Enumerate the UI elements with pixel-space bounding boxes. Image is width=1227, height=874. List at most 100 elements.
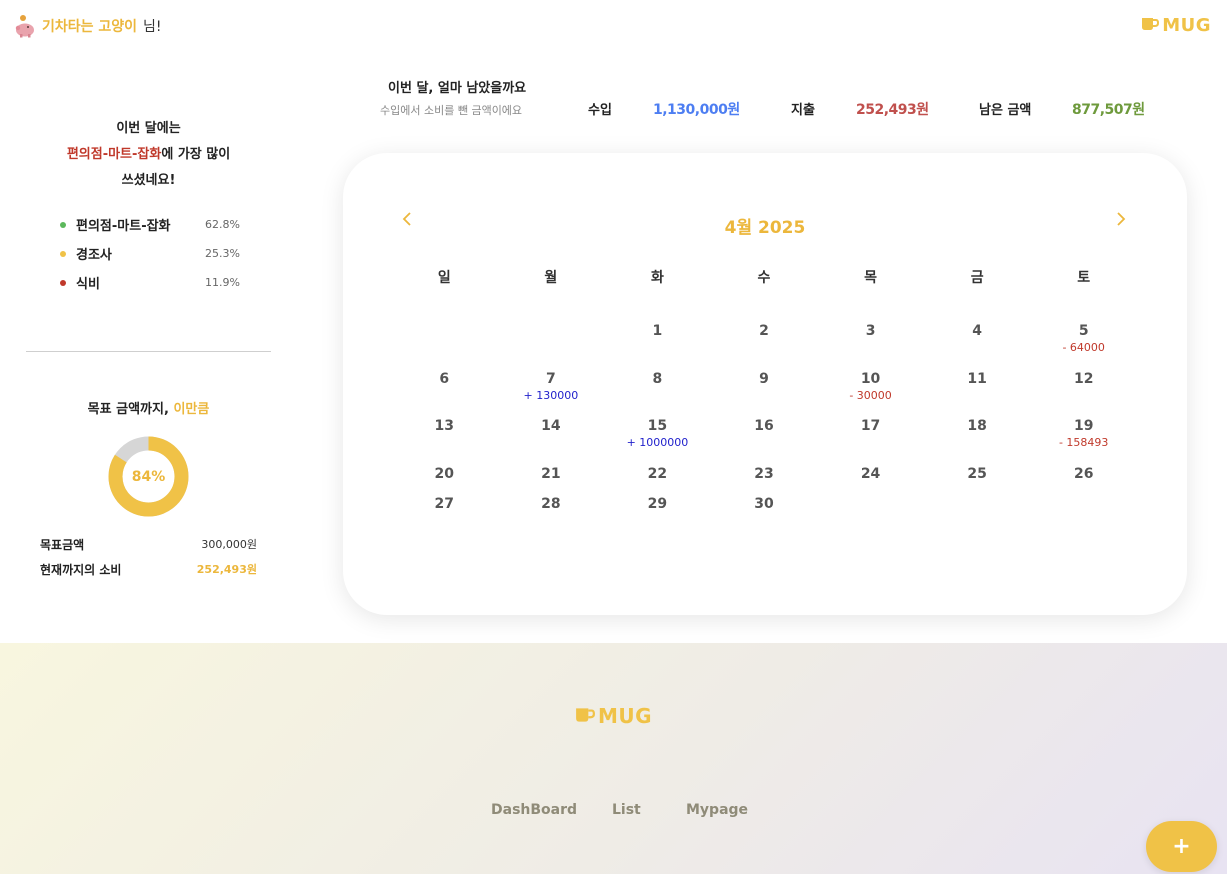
calendar-day[interactable]: 8 bbox=[604, 371, 711, 419]
day-number: 22 bbox=[647, 465, 668, 482]
day-number: 18 bbox=[967, 418, 987, 434]
day-number: 16 bbox=[754, 418, 774, 434]
weekday-label: 화 bbox=[650, 270, 664, 286]
calendar-day[interactable]: 22 bbox=[604, 466, 711, 496]
day-number: 26 bbox=[1073, 465, 1094, 482]
calendar-day[interactable]: 17 bbox=[817, 418, 924, 466]
day-number: 11 bbox=[967, 370, 987, 387]
calendar-day[interactable]: 20 bbox=[391, 466, 498, 496]
calendar-day[interactable]: 24 bbox=[817, 466, 924, 496]
calendar-day[interactable]: 28 bbox=[498, 496, 605, 544]
divider bbox=[26, 351, 271, 352]
goal-title-text: 목표 금액까지, bbox=[87, 402, 174, 417]
calendar-day[interactable]: 14 bbox=[498, 418, 605, 466]
day-number: 15 bbox=[647, 418, 668, 434]
calendar-day[interactable]: 7 + 130000 bbox=[498, 371, 605, 419]
day-number: 10 bbox=[860, 370, 881, 387]
goal-percent-label: 84% bbox=[131, 468, 166, 485]
calendar-days-grid: 12345- 64000 6 7 + 130000 8 9 10- 30000 11 12 13 1… bbox=[391, 323, 1137, 543]
calendar-day[interactable]: 21 bbox=[498, 466, 605, 496]
calendar-day[interactable]: 9 bbox=[711, 371, 818, 419]
footer: MUG DashBoard List Mypage bbox=[0, 643, 1227, 874]
mug-icon bbox=[575, 704, 596, 728]
calendar-day[interactable]: 15 + 1000000 bbox=[604, 418, 711, 466]
calendar-day[interactable]: 23 bbox=[711, 466, 818, 496]
goal-title-highlight: 이만큼 bbox=[173, 402, 210, 417]
expense-value: 252,493원 bbox=[856, 102, 929, 118]
day-number: 19 bbox=[1073, 418, 1094, 434]
top-spending-message: 이번 달에는 편의점-마트-잡화에 가장 많이 쓰셨네요! bbox=[26, 116, 271, 194]
day-number: 3 bbox=[865, 323, 876, 339]
goal-spent-row: 현재까지의 소비 252,493원 bbox=[40, 561, 257, 578]
footer-nav-dashboard[interactable]: DashBoard bbox=[491, 802, 577, 818]
category-item: 경조사 25.3% bbox=[60, 239, 240, 268]
calendar-day[interactable]: 12 bbox=[1030, 371, 1137, 419]
goal-target-value: 300,000원 bbox=[201, 538, 257, 551]
category-dot bbox=[60, 250, 66, 257]
calendar: 4월 2025 일월화수목금토 12345- 64000 6 7 + 130000 8 9… bbox=[343, 153, 1187, 615]
day-number: 1 bbox=[652, 323, 663, 339]
day-amount: - 64000 bbox=[1062, 341, 1105, 354]
spending-line2-rest: 에 가장 많이 bbox=[161, 147, 231, 162]
calendar-day[interactable]: 29 bbox=[604, 496, 711, 544]
category-list: 편의점-마트-잡화 62.8% 경조사 25.3% 식비 11.9% bbox=[60, 210, 240, 297]
day-number: 8 bbox=[652, 370, 663, 387]
goal-spent-label: 현재까지의 소비 bbox=[40, 563, 122, 577]
calendar-day[interactable]: 18 bbox=[924, 418, 1031, 466]
day-amount: - 158493 bbox=[1058, 436, 1109, 449]
calendar-day[interactable]: 6 bbox=[391, 371, 498, 419]
day-number: 25 bbox=[967, 465, 987, 482]
category-item: 식비 11.9% bbox=[60, 268, 240, 297]
plus-icon: + bbox=[1172, 834, 1191, 859]
calendar-blank-cell bbox=[391, 323, 498, 371]
category-name: 경조사 bbox=[76, 248, 112, 263]
weekday-label: 목 bbox=[864, 270, 877, 286]
calendar-blank-cell bbox=[498, 323, 605, 371]
day-amount: + 1000000 bbox=[626, 436, 689, 449]
logo[interactable]: MUG bbox=[1141, 15, 1211, 36]
day-amount: - 30000 bbox=[849, 388, 892, 402]
remaining-label: 남은 금액 bbox=[979, 103, 1032, 118]
goal-target-row: 목표금액 300,000원 bbox=[40, 536, 257, 553]
spending-line2: 편의점-마트-잡화에 가장 많이 bbox=[26, 142, 271, 168]
category-name: 편의점-마트-잡화 bbox=[76, 219, 171, 234]
calendar-day[interactable]: 13 bbox=[391, 418, 498, 466]
day-number: 17 bbox=[860, 418, 881, 434]
calendar-day[interactable]: 27 bbox=[391, 496, 498, 544]
user-suffix: 님! bbox=[143, 19, 162, 35]
calendar-day[interactable]: 3 bbox=[817, 323, 924, 371]
calendar-day[interactable]: 5 - 64000 bbox=[1030, 323, 1137, 371]
category-dot bbox=[60, 221, 66, 228]
calendar-day[interactable]: 10- 30000 bbox=[817, 371, 924, 419]
category-percent: 11.9% bbox=[205, 276, 240, 289]
footer-logo[interactable]: MUG bbox=[575, 704, 652, 728]
calendar-day[interactable]: 19 - 158493 bbox=[1030, 418, 1137, 466]
category-name: 식비 bbox=[76, 277, 100, 292]
calendar-day[interactable]: 30 bbox=[711, 496, 818, 544]
calendar-day[interactable]: 11 bbox=[924, 371, 1031, 419]
category-dot bbox=[60, 279, 66, 286]
calendar-day[interactable]: 26 bbox=[1030, 466, 1137, 496]
mug-icon bbox=[1141, 15, 1160, 36]
footer-nav-list[interactable]: List bbox=[612, 802, 641, 818]
weekday-label: 월 bbox=[544, 270, 558, 286]
calendar-day[interactable]: 25 bbox=[924, 466, 1031, 496]
day-amount: + 130000 bbox=[523, 388, 579, 402]
category-item: 편의점-마트-잡화 62.8% bbox=[60, 210, 240, 239]
add-transaction-button[interactable]: + bbox=[1146, 821, 1217, 872]
day-number: 24 bbox=[860, 465, 881, 482]
income-label: 수입 bbox=[588, 103, 612, 118]
calendar-day[interactable]: 1 bbox=[604, 323, 711, 371]
user-name: 기차타는 고양이 bbox=[42, 19, 138, 35]
calendar-day[interactable]: 4 bbox=[924, 323, 1031, 371]
calendar-day[interactable]: 16 bbox=[711, 418, 818, 466]
calendar-day[interactable]: 2 bbox=[711, 323, 818, 371]
footer-nav-mypage[interactable]: Mypage bbox=[686, 802, 748, 818]
logo-text: MUG bbox=[1162, 15, 1211, 36]
day-number: 12 bbox=[1073, 370, 1094, 387]
day-number: 29 bbox=[647, 495, 668, 512]
next-month-button[interactable] bbox=[1109, 207, 1133, 231]
top-category: 편의점-마트-잡화 bbox=[66, 147, 162, 162]
income-value: 1,130,000원 bbox=[653, 102, 740, 118]
piggy-bank-icon bbox=[14, 14, 36, 38]
